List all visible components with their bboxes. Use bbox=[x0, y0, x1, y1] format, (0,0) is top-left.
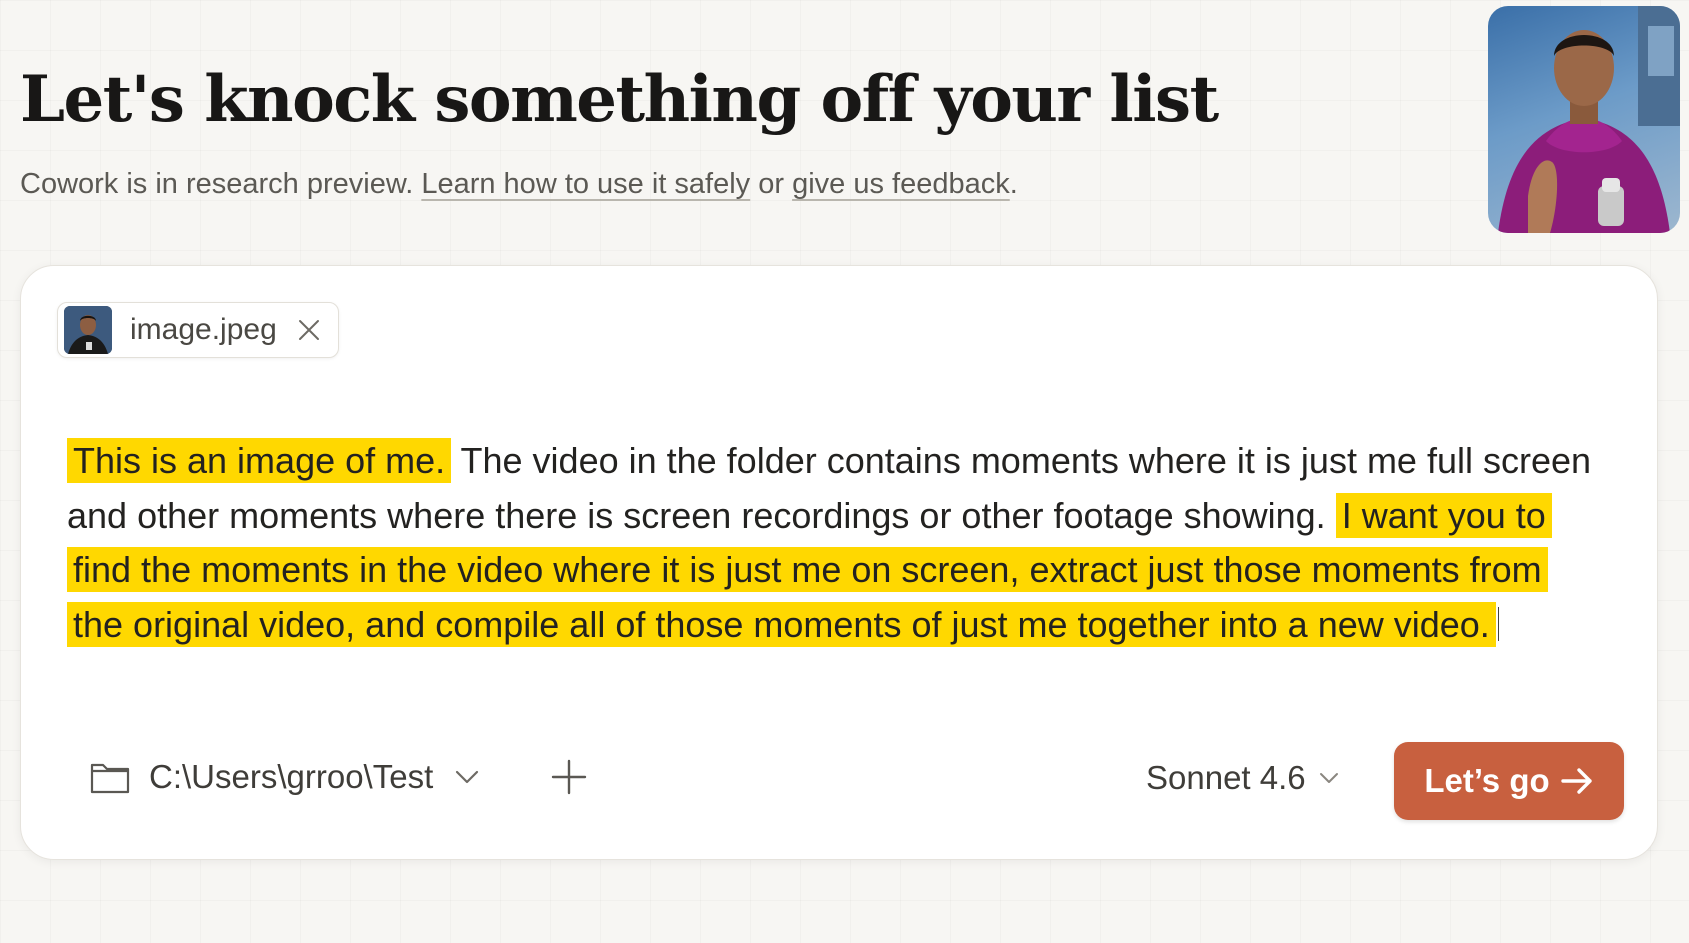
chevron-down-icon[interactable] bbox=[453, 767, 481, 787]
close-icon[interactable] bbox=[295, 316, 323, 344]
plus-icon[interactable] bbox=[549, 757, 589, 797]
webcam-overlay bbox=[1488, 6, 1680, 233]
learn-safely-link[interactable]: Learn how to use it safely bbox=[421, 168, 750, 200]
arrow-right-icon bbox=[1560, 768, 1592, 794]
text-cursor bbox=[1497, 606, 1500, 641]
folder-icon[interactable] bbox=[89, 759, 131, 795]
chevron-down-icon bbox=[1319, 773, 1338, 783]
subtitle-period: . bbox=[1009, 168, 1018, 200]
submit-button[interactable]: Let’s go bbox=[1394, 742, 1624, 820]
prompt-input[interactable]: This is an image of me. The video in the… bbox=[67, 434, 1597, 652]
subtitle-or: or bbox=[750, 168, 793, 200]
model-label: Sonnet 4.6 bbox=[1146, 759, 1306, 796]
toolbar-left: C:\Users\grroo\Test bbox=[89, 754, 589, 800]
prompt-card: image.jpeg This is an image of me. The v… bbox=[20, 265, 1658, 860]
feedback-link[interactable]: give us feedback bbox=[792, 168, 1010, 200]
model-selector[interactable]: Sonnet 4.6 bbox=[1146, 757, 1340, 799]
attachment-thumbnail bbox=[64, 306, 112, 354]
prompt-highlight-1: This is an image of me. bbox=[67, 438, 452, 483]
subtitle-text: Cowork is in research preview. bbox=[20, 168, 422, 200]
attachment-filename: image.jpeg bbox=[130, 313, 277, 346]
folder-path-selector[interactable]: C:\Users\grroo\Test bbox=[149, 758, 433, 796]
page-title: Let's knock something off your list bbox=[20, 62, 1219, 137]
attachment-chip[interactable]: image.jpeg bbox=[57, 302, 339, 358]
page-subtitle: Cowork is in research preview. Learn how… bbox=[20, 168, 1018, 201]
submit-label: Let’s go bbox=[1424, 762, 1550, 799]
